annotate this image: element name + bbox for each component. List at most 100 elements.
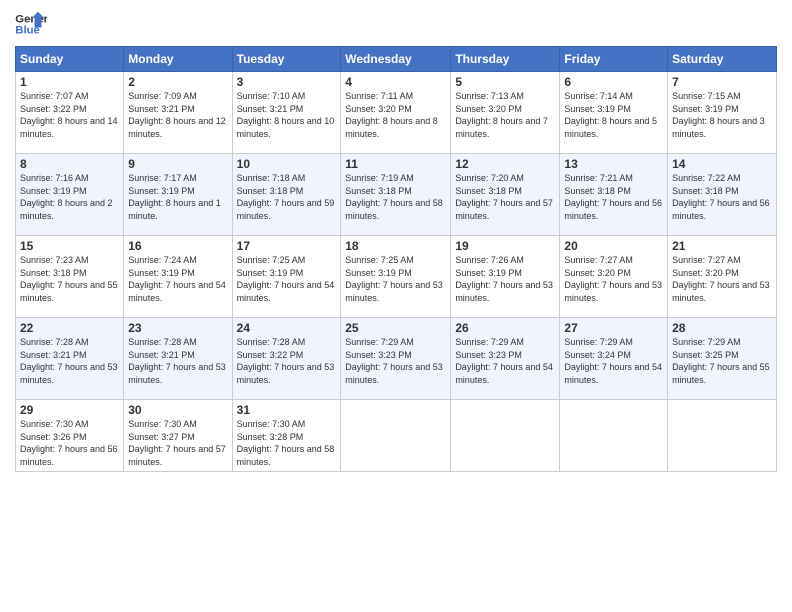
calendar-cell: 30Sunrise: 7:30 AMSunset: 3:27 PMDayligh…	[124, 400, 232, 472]
day-number: 11	[345, 157, 446, 171]
day-number: 19	[455, 239, 555, 253]
calendar-header-tuesday: Tuesday	[232, 47, 341, 72]
calendar-cell: 20Sunrise: 7:27 AMSunset: 3:20 PMDayligh…	[560, 236, 668, 318]
calendar-cell: 7Sunrise: 7:15 AMSunset: 3:19 PMDaylight…	[668, 72, 777, 154]
day-info: Sunrise: 7:09 AMSunset: 3:21 PMDaylight:…	[128, 90, 227, 140]
day-info: Sunrise: 7:27 AMSunset: 3:20 PMDaylight:…	[672, 254, 772, 304]
day-info: Sunrise: 7:28 AMSunset: 3:21 PMDaylight:…	[128, 336, 227, 386]
day-number: 8	[20, 157, 119, 171]
calendar-cell	[451, 400, 560, 472]
calendar-cell: 1Sunrise: 7:07 AMSunset: 3:22 PMDaylight…	[16, 72, 124, 154]
day-number: 3	[237, 75, 337, 89]
day-info: Sunrise: 7:30 AMSunset: 3:26 PMDaylight:…	[20, 418, 119, 468]
calendar-cell: 13Sunrise: 7:21 AMSunset: 3:18 PMDayligh…	[560, 154, 668, 236]
calendar-cell: 15Sunrise: 7:23 AMSunset: 3:18 PMDayligh…	[16, 236, 124, 318]
day-number: 30	[128, 403, 227, 417]
day-number: 9	[128, 157, 227, 171]
header: General Blue	[15, 10, 777, 38]
calendar-header-friday: Friday	[560, 47, 668, 72]
day-info: Sunrise: 7:17 AMSunset: 3:19 PMDaylight:…	[128, 172, 227, 222]
calendar-header-wednesday: Wednesday	[341, 47, 451, 72]
day-number: 27	[564, 321, 663, 335]
logo: General Blue	[15, 10, 47, 38]
day-info: Sunrise: 7:11 AMSunset: 3:20 PMDaylight:…	[345, 90, 446, 140]
calendar-cell: 16Sunrise: 7:24 AMSunset: 3:19 PMDayligh…	[124, 236, 232, 318]
day-info: Sunrise: 7:07 AMSunset: 3:22 PMDaylight:…	[20, 90, 119, 140]
day-info: Sunrise: 7:28 AMSunset: 3:22 PMDaylight:…	[237, 336, 337, 386]
calendar-cell: 28Sunrise: 7:29 AMSunset: 3:25 PMDayligh…	[668, 318, 777, 400]
day-number: 18	[345, 239, 446, 253]
calendar-cell: 27Sunrise: 7:29 AMSunset: 3:24 PMDayligh…	[560, 318, 668, 400]
calendar-cell: 23Sunrise: 7:28 AMSunset: 3:21 PMDayligh…	[124, 318, 232, 400]
calendar-cell: 24Sunrise: 7:28 AMSunset: 3:22 PMDayligh…	[232, 318, 341, 400]
calendar-cell: 14Sunrise: 7:22 AMSunset: 3:18 PMDayligh…	[668, 154, 777, 236]
calendar-cell	[668, 400, 777, 472]
calendar-table: SundayMondayTuesdayWednesdayThursdayFrid…	[15, 46, 777, 472]
day-info: Sunrise: 7:29 AMSunset: 3:24 PMDaylight:…	[564, 336, 663, 386]
day-number: 7	[672, 75, 772, 89]
day-number: 14	[672, 157, 772, 171]
day-number: 23	[128, 321, 227, 335]
day-info: Sunrise: 7:28 AMSunset: 3:21 PMDaylight:…	[20, 336, 119, 386]
calendar-cell: 17Sunrise: 7:25 AMSunset: 3:19 PMDayligh…	[232, 236, 341, 318]
day-number: 24	[237, 321, 337, 335]
day-info: Sunrise: 7:29 AMSunset: 3:25 PMDaylight:…	[672, 336, 772, 386]
day-number: 22	[20, 321, 119, 335]
calendar-cell: 25Sunrise: 7:29 AMSunset: 3:23 PMDayligh…	[341, 318, 451, 400]
day-number: 17	[237, 239, 337, 253]
day-number: 26	[455, 321, 555, 335]
calendar-header-monday: Monday	[124, 47, 232, 72]
calendar-cell: 29Sunrise: 7:30 AMSunset: 3:26 PMDayligh…	[16, 400, 124, 472]
day-number: 21	[672, 239, 772, 253]
day-info: Sunrise: 7:10 AMSunset: 3:21 PMDaylight:…	[237, 90, 337, 140]
day-info: Sunrise: 7:15 AMSunset: 3:19 PMDaylight:…	[672, 90, 772, 140]
day-number: 16	[128, 239, 227, 253]
calendar-header-sunday: Sunday	[16, 47, 124, 72]
calendar-cell	[341, 400, 451, 472]
logo-icon: General Blue	[15, 10, 47, 38]
calendar-cell: 31Sunrise: 7:30 AMSunset: 3:28 PMDayligh…	[232, 400, 341, 472]
calendar-header-saturday: Saturday	[668, 47, 777, 72]
day-info: Sunrise: 7:23 AMSunset: 3:18 PMDaylight:…	[20, 254, 119, 304]
day-info: Sunrise: 7:30 AMSunset: 3:28 PMDaylight:…	[237, 418, 337, 468]
day-info: Sunrise: 7:14 AMSunset: 3:19 PMDaylight:…	[564, 90, 663, 140]
day-info: Sunrise: 7:19 AMSunset: 3:18 PMDaylight:…	[345, 172, 446, 222]
day-number: 29	[20, 403, 119, 417]
day-number: 28	[672, 321, 772, 335]
calendar-cell: 6Sunrise: 7:14 AMSunset: 3:19 PMDaylight…	[560, 72, 668, 154]
day-info: Sunrise: 7:21 AMSunset: 3:18 PMDaylight:…	[564, 172, 663, 222]
calendar-cell	[560, 400, 668, 472]
day-number: 1	[20, 75, 119, 89]
day-info: Sunrise: 7:29 AMSunset: 3:23 PMDaylight:…	[345, 336, 446, 386]
page: General Blue SundayMondayTuesdayWednesda…	[0, 0, 792, 612]
calendar-cell: 3Sunrise: 7:10 AMSunset: 3:21 PMDaylight…	[232, 72, 341, 154]
calendar-cell: 5Sunrise: 7:13 AMSunset: 3:20 PMDaylight…	[451, 72, 560, 154]
calendar-cell: 22Sunrise: 7:28 AMSunset: 3:21 PMDayligh…	[16, 318, 124, 400]
calendar-cell: 9Sunrise: 7:17 AMSunset: 3:19 PMDaylight…	[124, 154, 232, 236]
day-info: Sunrise: 7:22 AMSunset: 3:18 PMDaylight:…	[672, 172, 772, 222]
day-number: 13	[564, 157, 663, 171]
day-info: Sunrise: 7:13 AMSunset: 3:20 PMDaylight:…	[455, 90, 555, 140]
day-info: Sunrise: 7:25 AMSunset: 3:19 PMDaylight:…	[345, 254, 446, 304]
day-info: Sunrise: 7:16 AMSunset: 3:19 PMDaylight:…	[20, 172, 119, 222]
day-info: Sunrise: 7:20 AMSunset: 3:18 PMDaylight:…	[455, 172, 555, 222]
day-number: 6	[564, 75, 663, 89]
calendar-header-thursday: Thursday	[451, 47, 560, 72]
calendar-cell: 21Sunrise: 7:27 AMSunset: 3:20 PMDayligh…	[668, 236, 777, 318]
calendar-cell: 18Sunrise: 7:25 AMSunset: 3:19 PMDayligh…	[341, 236, 451, 318]
day-info: Sunrise: 7:30 AMSunset: 3:27 PMDaylight:…	[128, 418, 227, 468]
day-number: 4	[345, 75, 446, 89]
calendar-cell: 19Sunrise: 7:26 AMSunset: 3:19 PMDayligh…	[451, 236, 560, 318]
calendar-cell: 4Sunrise: 7:11 AMSunset: 3:20 PMDaylight…	[341, 72, 451, 154]
day-number: 2	[128, 75, 227, 89]
day-info: Sunrise: 7:18 AMSunset: 3:18 PMDaylight:…	[237, 172, 337, 222]
calendar-cell: 12Sunrise: 7:20 AMSunset: 3:18 PMDayligh…	[451, 154, 560, 236]
calendar-cell: 2Sunrise: 7:09 AMSunset: 3:21 PMDaylight…	[124, 72, 232, 154]
day-number: 5	[455, 75, 555, 89]
calendar-cell: 26Sunrise: 7:29 AMSunset: 3:23 PMDayligh…	[451, 318, 560, 400]
day-info: Sunrise: 7:27 AMSunset: 3:20 PMDaylight:…	[564, 254, 663, 304]
calendar-cell: 8Sunrise: 7:16 AMSunset: 3:19 PMDaylight…	[16, 154, 124, 236]
day-info: Sunrise: 7:25 AMSunset: 3:19 PMDaylight:…	[237, 254, 337, 304]
day-info: Sunrise: 7:26 AMSunset: 3:19 PMDaylight:…	[455, 254, 555, 304]
day-number: 25	[345, 321, 446, 335]
